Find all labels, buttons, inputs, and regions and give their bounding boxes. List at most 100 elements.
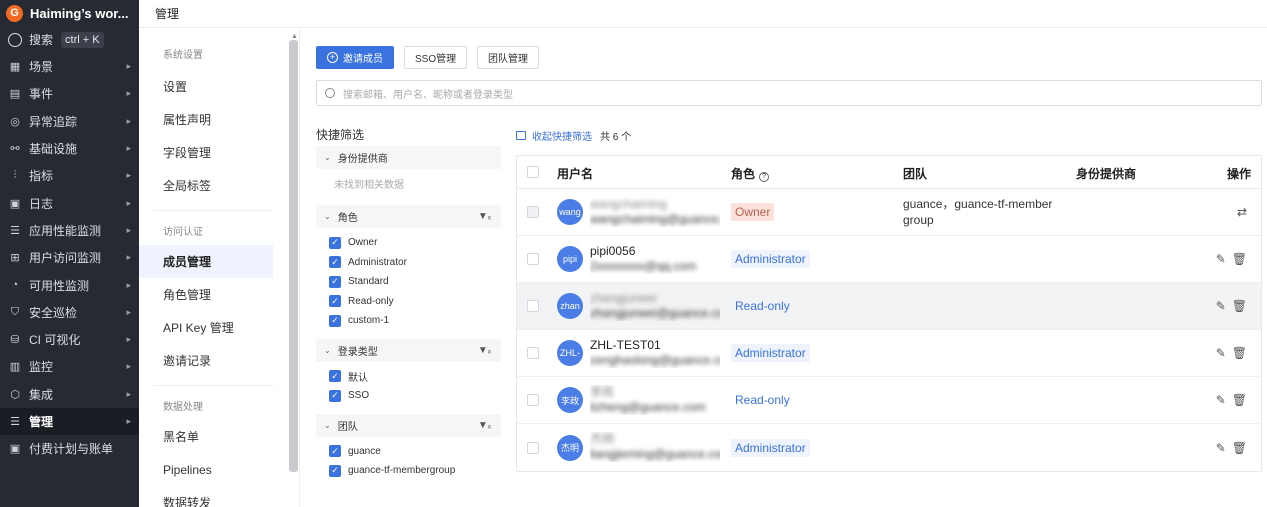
nav-item-label: 用户访问监测 xyxy=(29,251,102,266)
avatar: 李政 xyxy=(557,387,583,413)
user-email: zenghaolong@guance.com xyxy=(590,353,720,367)
row-checkbox[interactable] xyxy=(527,441,539,454)
subnav-scrollbar[interactable] xyxy=(289,40,298,472)
delete-icon[interactable]: 🗑 xyxy=(1232,441,1247,455)
nav-item-12[interactable]: ⬡ 集成 ▸ xyxy=(0,381,139,408)
row-operations: ✎ 🗑 xyxy=(1216,393,1247,407)
nav-item-3[interactable]: ⚯ 基础设施 ▸ xyxy=(0,135,139,162)
subnav-item-fields[interactable]: 字段管理 xyxy=(139,136,299,169)
checkbox-checked-icon[interactable]: ✓ xyxy=(329,275,341,288)
role-filter-option-0[interactable]: ✓ Owner xyxy=(316,233,501,253)
global-search[interactable]: 搜索 ctrl + K xyxy=(0,26,139,53)
login-filter-option-0[interactable]: ✓ 默认 xyxy=(316,367,501,387)
table-row[interactable]: 李政 李政 lizheng@guance.com Read-only ✎ 🗑 xyxy=(517,377,1261,424)
subnav-item-pipelines[interactable]: Pipelines xyxy=(139,453,299,486)
sso-manage-button[interactable]: SSO管理 xyxy=(404,46,468,69)
edit-icon[interactable]: ✎ xyxy=(1216,393,1226,407)
subnav-item-roles[interactable]: 角色管理 xyxy=(139,278,299,311)
team-manage-button[interactable]: 团队管理 xyxy=(477,46,539,69)
nav-item-1[interactable]: ▤ 事件 ▸ xyxy=(0,80,139,107)
delete-icon[interactable]: 🗑 xyxy=(1232,393,1247,407)
checkbox-checked-icon[interactable]: ✓ xyxy=(329,256,341,269)
edit-icon[interactable]: ✎ xyxy=(1216,299,1226,313)
subnav-item-forwarding[interactable]: 数据转发 xyxy=(139,486,299,507)
nav-item-8[interactable]: ◔ 可用性监测 ▸ xyxy=(0,271,139,298)
quick-filter-title: 快捷筛选 xyxy=(316,128,365,142)
nav-item-9[interactable]: ⛉ 安全巡检 ▸ xyxy=(0,299,139,326)
role-filter-option-label: Standard xyxy=(348,276,389,288)
nav-item-7[interactable]: ⊞ 用户访问监测 ▸ xyxy=(0,244,139,271)
help-icon[interactable]: ? xyxy=(759,171,770,182)
row-checkbox[interactable] xyxy=(527,253,539,265)
filter-role-header[interactable]: ⌄ 角色 ▼ₓ xyxy=(316,205,501,228)
member-search-input[interactable]: 搜索邮箱、用户名、昵称或者登录类型 xyxy=(316,80,1262,106)
workspace-switcher[interactable]: G Haiming’s wor... xyxy=(0,0,139,26)
table-row[interactable]: ZHL- ZHL-TEST01zenghaolong@guance.com Admi… xyxy=(517,330,1261,377)
login-filter-option-1[interactable]: ✓ SSO xyxy=(316,386,501,406)
subnav-item-blacklist[interactable]: 黑名单 xyxy=(139,420,299,453)
header-team: 团队 xyxy=(903,167,928,181)
subnav-item-global-tags[interactable]: 全局标签 xyxy=(139,169,299,202)
filter-clear-icon[interactable]: ▼ₓ xyxy=(478,420,491,431)
subnav-item-attribute[interactable]: 属性声明 xyxy=(139,103,299,136)
filter-provider-header[interactable]: ⌄ 身份提供商 xyxy=(316,146,501,169)
avatar: zhan xyxy=(557,293,583,319)
row-operations: ✎ 🗑 xyxy=(1216,441,1247,455)
subnav-item-settings[interactable]: 设置 xyxy=(139,70,299,103)
select-all-checkbox[interactable] xyxy=(527,166,539,178)
subnav-item-invites[interactable]: 邀请记录 xyxy=(139,344,299,377)
delete-icon[interactable]: 🗑 xyxy=(1232,252,1247,266)
role-filter-option-1[interactable]: ✓ Administrator xyxy=(316,253,501,273)
team-filter-option-0[interactable]: ✓ guance xyxy=(316,442,501,462)
checkbox-checked-icon[interactable]: ✓ xyxy=(329,464,341,477)
chevron-right-icon: ▸ xyxy=(126,224,131,235)
row-checkbox[interactable] xyxy=(527,300,539,312)
table-row[interactable]: pipi pipi0056 2xxxxxxxx@qq.com Administrato… xyxy=(517,236,1261,283)
role-filter-option-3[interactable]: ✓ Read-only xyxy=(316,292,501,312)
subnav-item-api-key[interactable]: API Key 管理 xyxy=(139,311,299,344)
row-checkbox[interactable] xyxy=(527,347,539,359)
nav-item-13[interactable]: ☰ 管理 ▸ xyxy=(0,407,139,436)
collapse-filter-button[interactable]: 收起快捷筛选 xyxy=(516,128,592,143)
filter-login-header[interactable]: ⌄ 登录类型 ▼ₓ xyxy=(316,338,501,362)
scroll-up-icon[interactable]: ▲ xyxy=(291,33,298,40)
edit-icon[interactable]: ✎ xyxy=(1216,346,1226,360)
table-row[interactable]: 杰明 杰明 liangjieming@guance.com Administrator… xyxy=(517,424,1261,471)
delete-icon[interactable]: 🗑 xyxy=(1232,299,1247,313)
table-row[interactable]: zhan zhangjunwei zhangjunwei@guance.com Rea… xyxy=(517,283,1261,330)
login-filter-option-label: SSO xyxy=(348,390,370,402)
checkbox-checked-icon[interactable]: ✓ xyxy=(329,445,341,458)
edit-icon[interactable]: ✎ xyxy=(1216,441,1226,455)
nav-item-4[interactable]: ⫶ 指标 ▸ xyxy=(0,162,139,189)
subnav-item-members[interactable]: 成员管理 xyxy=(139,245,273,278)
nav-item-label: CI 可视化 xyxy=(29,333,81,348)
table-row[interactable]: wang wangchaimingwangchaiming@guance.com O… xyxy=(517,189,1261,236)
filter-clear-icon[interactable]: ▼ₓ xyxy=(478,345,491,356)
nav-item-10[interactable]: ⛁ CI 可视化 ▸ xyxy=(0,326,139,353)
role-filter-option-2[interactable]: ✓ Standard xyxy=(316,272,501,292)
team-filter-option-1[interactable]: ✓ guance-tf-membergroup xyxy=(316,461,501,481)
checkbox-checked-icon[interactable]: ✓ xyxy=(329,314,341,327)
role-filter-option-label: Administrator xyxy=(348,256,407,268)
nav-item-0[interactable]: ▦ 场景 ▸ xyxy=(0,53,139,80)
row-checkbox[interactable] xyxy=(527,394,539,406)
delete-icon[interactable]: 🗑 xyxy=(1232,346,1247,360)
nav-item-label: 应用性能监测 xyxy=(29,223,102,238)
edit-icon[interactable]: ✎ xyxy=(1216,252,1226,266)
role-badge: Administrator xyxy=(731,250,810,268)
filter-clear-icon[interactable]: ▼ₓ xyxy=(478,211,491,222)
nav-item-2[interactable]: ◎ 异常追踪 ▸ xyxy=(0,108,139,135)
checkbox-checked-icon[interactable]: ✓ xyxy=(329,389,341,402)
transfer-owner-icon[interactable]: ⇄ xyxy=(1237,205,1247,219)
nav-item-6[interactable]: ☰ 应用性能监测 ▸ xyxy=(0,217,139,244)
checkbox-checked-icon[interactable]: ✓ xyxy=(329,236,341,249)
role-filter-option-4[interactable]: ✓ custom-1 xyxy=(316,311,501,331)
filter-team-header[interactable]: ⌄ 团队 ▼ₓ xyxy=(316,413,501,437)
checkbox-checked-icon[interactable]: ✓ xyxy=(329,295,341,308)
user-name: ZHL-TEST01 xyxy=(590,338,661,352)
nav-item-14[interactable]: ▣ 付费计划与账单 xyxy=(0,435,139,462)
checkbox-checked-icon[interactable]: ✓ xyxy=(329,370,341,383)
nav-item-5[interactable]: ▣ 日志 ▸ xyxy=(0,189,139,216)
nav-item-11[interactable]: ▥ 监控 ▸ xyxy=(0,353,139,380)
invite-member-button[interactable]: + 邀请成员 xyxy=(316,46,394,69)
